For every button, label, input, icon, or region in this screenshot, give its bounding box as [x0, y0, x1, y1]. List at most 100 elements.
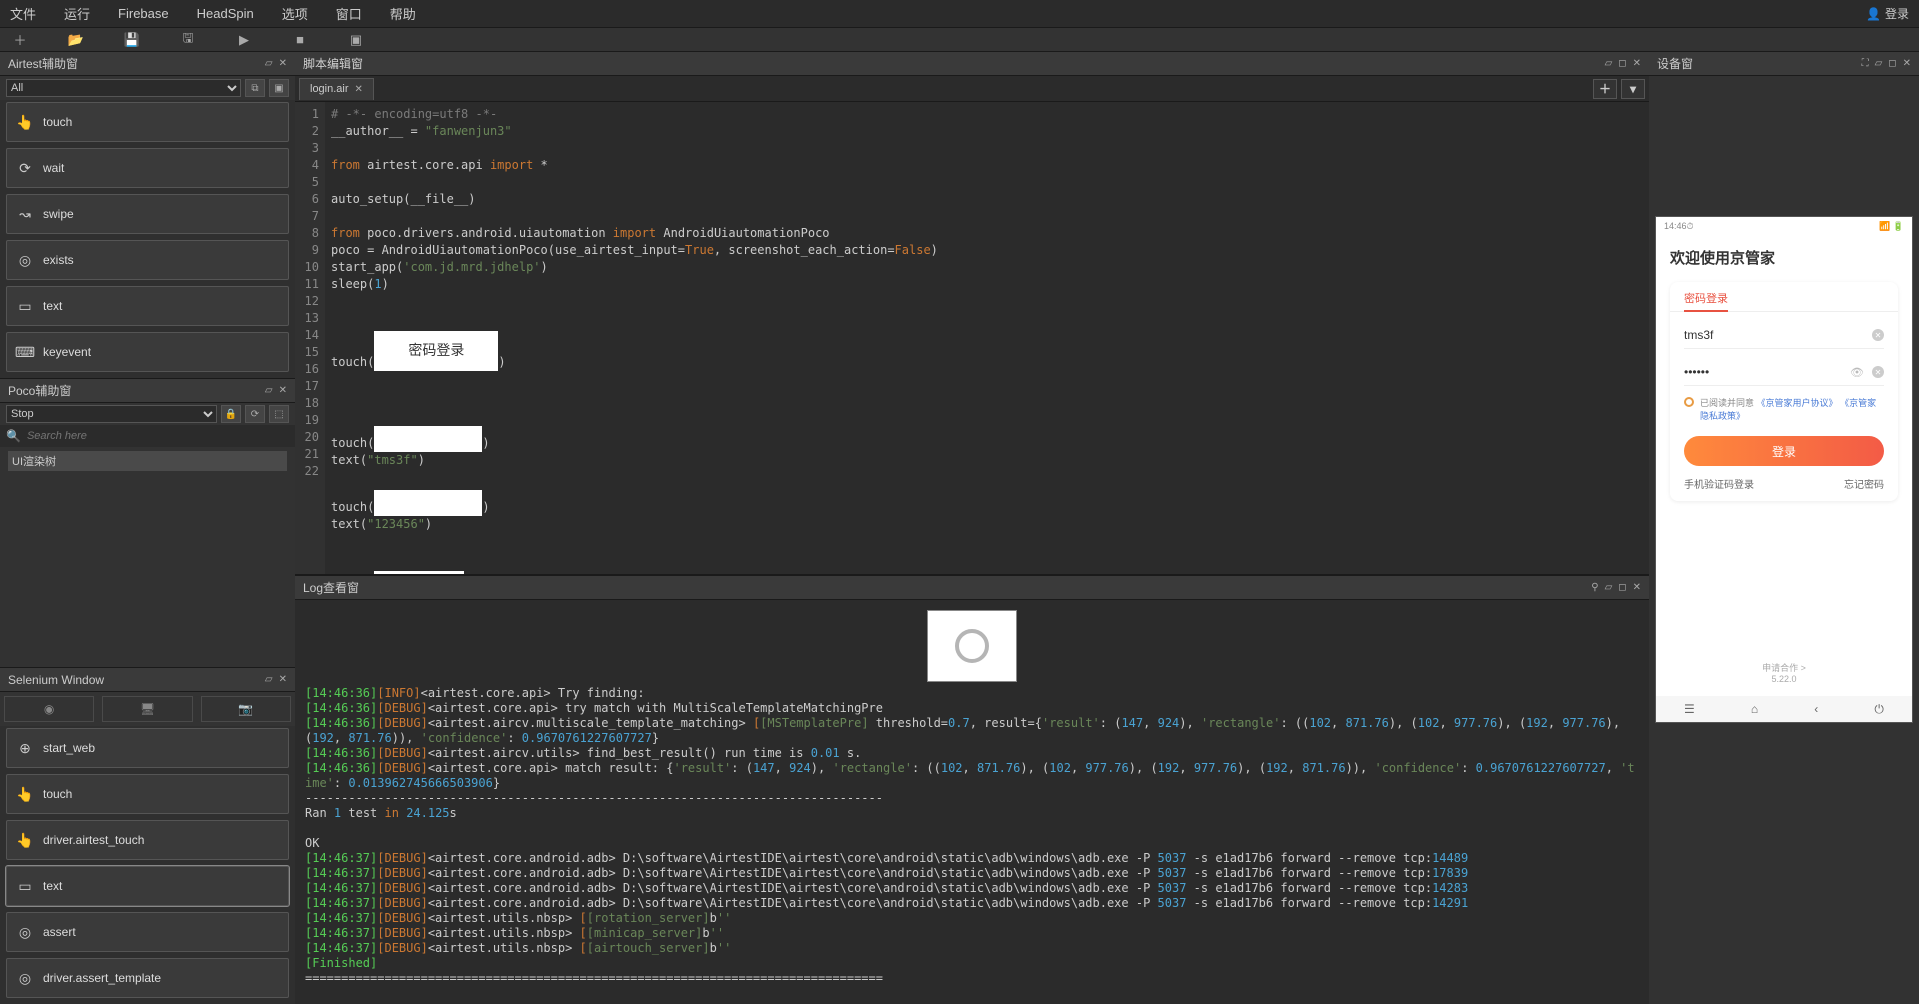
- run-icon[interactable]: ▶: [234, 32, 254, 48]
- username-input[interactable]: [1684, 328, 1872, 342]
- login-button[interactable]: 👤 登录: [1866, 5, 1909, 22]
- selenium-panel-header: Selenium Window ▱ ✕: [0, 668, 295, 692]
- menu-firebase[interactable]: Firebase: [118, 6, 169, 21]
- close-icon[interactable]: ✕: [1633, 582, 1641, 593]
- close-icon[interactable]: ✕: [279, 674, 287, 685]
- tree-node-root[interactable]: UI渲染树: [8, 451, 287, 471]
- action-driver-airtest-touch[interactable]: 👆 driver.airtest_touch: [6, 820, 289, 860]
- selenium-btn-1[interactable]: ◉: [4, 696, 94, 722]
- menu-window[interactable]: 窗口: [336, 4, 362, 23]
- airtest-filter-select[interactable]: All: [6, 79, 241, 97]
- action-touch[interactable]: 👆 touch: [6, 102, 289, 142]
- refresh-icon[interactable]: ⟳: [245, 405, 265, 423]
- action-swipe[interactable]: ↝ swipe: [6, 194, 289, 234]
- login-button[interactable]: 登录: [1684, 436, 1884, 466]
- tab-close-icon[interactable]: ✕: [355, 84, 363, 95]
- action-wait[interactable]: ⟳ wait: [6, 148, 289, 188]
- maximize-icon[interactable]: ◻: [1618, 582, 1626, 593]
- snapshot-icon[interactable]: ▣: [269, 79, 289, 97]
- forgot-password-link[interactable]: 忘记密码: [1844, 476, 1884, 491]
- touch-icon: 👆: [17, 832, 33, 849]
- template-image-password-login[interactable]: 密码登录: [374, 331, 498, 371]
- text-icon: ▭: [17, 298, 33, 315]
- selenium-btn-2[interactable]: 🖥: [102, 696, 192, 722]
- log-body[interactable]: [14:46:36][INFO]<airtest.core.api> Try f…: [295, 600, 1649, 1004]
- close-icon[interactable]: ✕: [279, 385, 287, 396]
- poco-tree[interactable]: UI渲染树: [0, 447, 295, 667]
- undock-icon[interactable]: ▱: [265, 385, 273, 396]
- record-icon[interactable]: ⧉: [245, 79, 265, 97]
- tab-login-air[interactable]: login.air ✕: [299, 78, 374, 100]
- clear-icon[interactable]: ✕: [1872, 329, 1884, 341]
- back-icon[interactable]: ‹: [1814, 702, 1818, 716]
- user-agreement-link[interactable]: 《京管家用户协议》: [1757, 398, 1838, 408]
- apply-link[interactable]: 申请合作 >: [1670, 661, 1898, 674]
- undock-icon[interactable]: ▱: [1875, 58, 1883, 69]
- new-tab-button[interactable]: ＋: [1593, 79, 1617, 99]
- close-icon[interactable]: ✕: [1633, 58, 1641, 69]
- tab-menu-button[interactable]: ▾: [1621, 79, 1645, 99]
- menu-headspin[interactable]: HeadSpin: [197, 6, 254, 21]
- report-icon[interactable]: ▣: [346, 32, 366, 48]
- save-icon[interactable]: 💾: [122, 32, 142, 48]
- log-panel: Log查看窗 ⚲ ▱ ◻ ✕ [14:46:36][INFO]<airtest.…: [295, 574, 1649, 1004]
- action-text[interactable]: ▭ text: [6, 866, 289, 906]
- lock-icon[interactable]: 🔒: [221, 405, 241, 423]
- log-template-image: [927, 610, 1017, 682]
- undock-icon[interactable]: ▱: [265, 58, 273, 69]
- expand-icon[interactable]: ⛶: [1862, 58, 1869, 69]
- close-icon[interactable]: ✕: [1903, 58, 1911, 69]
- power-icon[interactable]: ⏻: [1874, 702, 1884, 717]
- action-text[interactable]: ▭ text: [6, 286, 289, 326]
- action-start-web[interactable]: ⊕ start_web: [6, 728, 289, 768]
- close-icon[interactable]: ✕: [279, 58, 287, 69]
- poco-search-input[interactable]: [27, 427, 289, 445]
- poco-mode-select[interactable]: Stop: [6, 405, 217, 423]
- action-exists[interactable]: ◎ exists: [6, 240, 289, 280]
- log-panel-title: Log查看窗: [303, 579, 359, 596]
- sms-login-link[interactable]: 手机验证码登录: [1684, 476, 1754, 491]
- clear-icon[interactable]: ✕: [1872, 366, 1884, 378]
- menu-run[interactable]: 运行: [64, 4, 90, 23]
- agreement-radio[interactable]: [1684, 397, 1694, 407]
- menu-icon[interactable]: ☰: [1684, 702, 1695, 716]
- undock-icon[interactable]: ▱: [1605, 582, 1613, 593]
- template-image-username[interactable]: [374, 426, 482, 452]
- editor-header: 脚本编辑窗 ▱ ◻ ✕: [295, 52, 1649, 76]
- phone-screen[interactable]: 14:46 ⏱ 📶 🔋 欢迎使用京管家 密码登录 ✕: [1655, 216, 1913, 723]
- filter-icon[interactable]: ⚲: [1591, 582, 1598, 593]
- maximize-icon[interactable]: ◻: [1888, 58, 1896, 69]
- eye-icon[interactable]: 👁: [1850, 366, 1864, 379]
- menu-options[interactable]: 选项: [282, 4, 308, 23]
- menu-file[interactable]: 文件: [10, 4, 36, 23]
- action-assert[interactable]: ◎ assert: [6, 912, 289, 952]
- password-input[interactable]: [1684, 365, 1850, 379]
- airtest-panel-title: Airtest辅助窗: [8, 55, 78, 72]
- undock-icon[interactable]: ▱: [265, 674, 273, 685]
- tab-password-login[interactable]: 密码登录: [1684, 290, 1728, 312]
- action-keyevent[interactable]: ⌨ keyevent: [6, 332, 289, 372]
- selenium-action-list: ⊕ start_web 👆 touch 👆 driver.airtest_tou…: [0, 726, 295, 1004]
- selenium-btn-3[interactable]: 📷: [201, 696, 291, 722]
- code-editor[interactable]: 12345678910111213141516171819202122 # -*…: [295, 102, 1649, 574]
- record-icon[interactable]: ⬚: [269, 405, 289, 423]
- stop-icon[interactable]: ■: [290, 32, 310, 47]
- main-area: Airtest辅助窗 ▱ ✕ All ⧉ ▣ 👆 touch ⟳ wa: [0, 52, 1919, 1004]
- new-icon[interactable]: ＋: [10, 30, 30, 49]
- airtest-toolbar: All ⧉ ▣: [0, 76, 295, 100]
- undock-icon[interactable]: ▱: [1605, 58, 1613, 69]
- keyevent-icon: ⌨: [17, 344, 33, 361]
- menu-help[interactable]: 帮助: [390, 4, 416, 23]
- home-icon[interactable]: ⌂: [1751, 702, 1758, 716]
- poco-panel: Poco辅助窗 ▱ ✕ Stop 🔒 ⟳ ⬚ 🔍 UI渲染树: [0, 379, 295, 668]
- airtest-panel: Airtest辅助窗 ▱ ✕ All ⧉ ▣ 👆 touch ⟳ wa: [0, 52, 295, 379]
- text-icon: ▭: [17, 878, 33, 895]
- action-touch[interactable]: 👆 touch: [6, 774, 289, 814]
- maximize-icon[interactable]: ◻: [1618, 58, 1626, 69]
- save-all-icon[interactable]: 🖫: [178, 29, 198, 51]
- action-driver-assert-template[interactable]: ◎ driver.assert_template: [6, 958, 289, 998]
- template-image-password[interactable]: [374, 490, 482, 516]
- open-icon[interactable]: 📂: [66, 32, 86, 48]
- wait-icon: ⟳: [17, 160, 33, 177]
- assert-icon: ◎: [17, 970, 33, 987]
